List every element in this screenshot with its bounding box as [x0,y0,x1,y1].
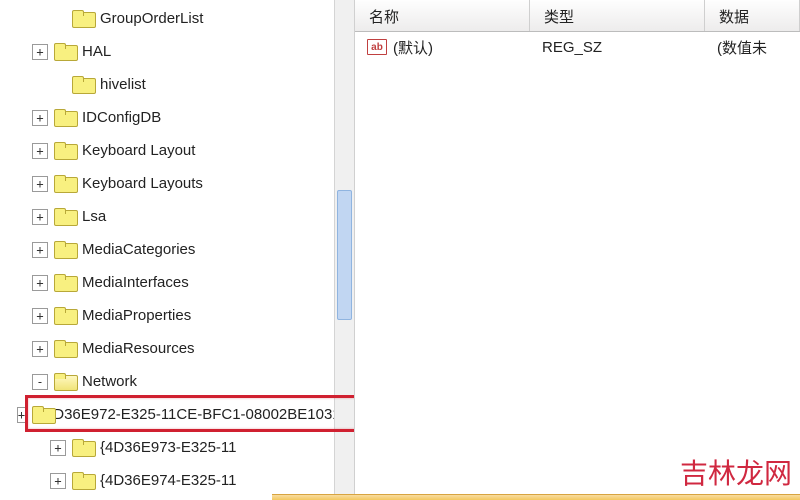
folder-icon [72,76,94,94]
tree-item-label: MediaCategories [82,241,195,258]
folder-icon [54,208,76,226]
tree-item-label: Keyboard Layout [82,142,195,159]
expand-icon[interactable]: + [32,308,48,324]
value-type: REG_SZ [530,39,705,56]
folder-icon [54,109,76,127]
column-header: 名称 类型 数据 [355,0,800,32]
expand-icon[interactable]: + [32,176,48,192]
expand-icon[interactable]: + [32,110,48,126]
folder-icon [72,10,94,28]
expand-icon[interactable]: + [50,473,66,489]
collapse-icon[interactable]: - [32,374,48,390]
registry-tree[interactable]: +GroupOrderList+HAL+hivelist+IDConfigDB+… [14,0,354,500]
tree-item[interactable]: + MediaCategories [14,233,354,266]
value-row[interactable]: ab (默认) REG_SZ(数值未 [355,32,800,62]
column-name[interactable]: 名称 [355,0,530,31]
folder-icon [32,406,34,424]
value-name-cell: ab (默认) [355,37,530,58]
tree-item[interactable]: +GroupOrderList [14,2,354,35]
tree-item-label: HAL [82,43,111,60]
decoration-strip [272,494,800,500]
tree-item-label: {4D36E973-E325-11 [100,439,237,456]
registry-editor: +GroupOrderList+HAL+hivelist+IDConfigDB+… [0,0,800,500]
tree-pane: +GroupOrderList+HAL+hivelist+IDConfigDB+… [0,0,355,500]
tree-item-label: MediaInterfaces [82,274,189,291]
tree-item-label: MediaProperties [82,307,191,324]
expand-icon[interactable]: + [17,407,26,423]
folder-icon [54,142,76,160]
tree-item[interactable]: + {4D36E972-E325-11CE-BFC1-08002BE10318} [14,398,354,431]
value-name: (默认) [393,37,433,58]
expand-icon[interactable]: + [32,275,48,291]
watermark: 吉林龙网 [680,452,792,492]
expand-icon[interactable]: + [32,242,48,258]
values-list: ab (默认) REG_SZ(数值未 [355,32,800,62]
column-data[interactable]: 数据 [705,0,800,31]
tree-item-label: {4D36E974-E325-11 [100,472,237,489]
scrollbar-thumb[interactable] [337,190,352,320]
tree-item-label: Lsa [82,208,106,225]
expand-icon[interactable]: + [50,440,66,456]
folder-icon [54,307,76,325]
folder-icon [54,43,76,61]
values-pane: 名称 类型 数据 ab (默认) REG_SZ(数值未 [355,0,800,500]
column-type[interactable]: 类型 [530,0,705,31]
tree-item[interactable]: + HAL [14,35,354,68]
tree-item[interactable]: +hivelist [14,68,354,101]
tree-item-label: Keyboard Layouts [82,175,203,192]
expand-icon[interactable]: + [32,209,48,225]
folder-icon [54,274,76,292]
tree-item-label: MediaResources [82,340,195,357]
tree-item[interactable]: + MediaProperties [14,299,354,332]
tree-item[interactable]: + Keyboard Layout [14,134,354,167]
tree-item-label: Network [82,373,137,390]
tree-item[interactable]: + IDConfigDB [14,101,354,134]
folder-icon [72,439,94,457]
tree-item[interactable]: + Lsa [14,200,354,233]
tree-item-label: IDConfigDB [82,109,161,126]
folder-icon [54,241,76,259]
tree-item[interactable]: + {4D36E973-E325-11 [14,431,354,464]
folder-icon [72,472,94,490]
folder-icon [54,175,76,193]
tree-item[interactable]: + MediaInterfaces [14,266,354,299]
tree-item-label: {4D36E972-E325-11CE-BFC1-08002BE10318} [40,406,354,423]
reg-string-icon: ab [367,39,387,55]
tree-item-label: hivelist [100,76,146,93]
folder-icon [54,340,76,358]
tree-item[interactable]: + MediaResources [14,332,354,365]
expand-icon[interactable]: + [32,143,48,159]
expand-icon[interactable]: + [32,44,48,60]
tree-item[interactable]: + {4D36E974-E325-11 [14,464,354,497]
tree-item[interactable]: + Keyboard Layouts [14,167,354,200]
value-data: (数值未 [705,37,800,58]
tree-item[interactable]: - Network [14,365,354,398]
folder-icon [54,373,76,391]
tree-item-label: GroupOrderList [100,10,203,27]
expand-icon[interactable]: + [32,341,48,357]
tree-scrollbar[interactable] [334,0,354,500]
